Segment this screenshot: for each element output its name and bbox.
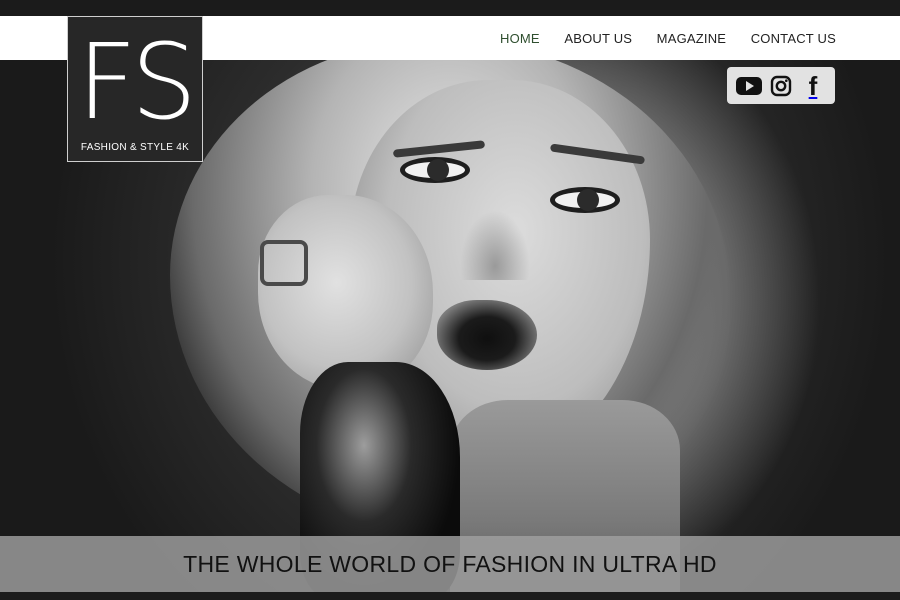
nav-magazine[interactable]: MAGAZINE [657, 31, 727, 46]
hero-hand [258, 195, 433, 390]
hero-eye-right [550, 187, 620, 213]
main-nav: HOME ABOUT US MAGAZINE CONTACT US [500, 16, 860, 60]
logo-tagline: FASHION & STYLE 4K [80, 142, 190, 153]
hero-nose [460, 210, 530, 280]
social-links: f [727, 67, 835, 104]
logo-mark: FS [76, 21, 197, 143]
hero-eye-left [400, 157, 470, 183]
hero-ring [260, 240, 308, 286]
nav-home[interactable]: HOME [500, 31, 540, 46]
instagram-icon[interactable] [767, 72, 795, 100]
site-logo[interactable]: FS FASHION & STYLE 4K [67, 16, 203, 162]
nav-contact-us[interactable]: CONTACT US [751, 31, 836, 46]
top-strip [0, 0, 900, 16]
bottom-strip [0, 592, 900, 600]
youtube-icon[interactable] [735, 72, 763, 100]
hero-headline: THE WHOLE WORLD OF FASHION IN ULTRA HD [183, 550, 717, 577]
hero-mouth [437, 300, 537, 370]
hero-banner: THE WHOLE WORLD OF FASHION IN ULTRA HD [0, 536, 900, 592]
facebook-icon[interactable]: f [799, 72, 827, 100]
facebook-glyph: f [808, 70, 818, 101]
nav-about-us[interactable]: ABOUT US [564, 31, 632, 46]
